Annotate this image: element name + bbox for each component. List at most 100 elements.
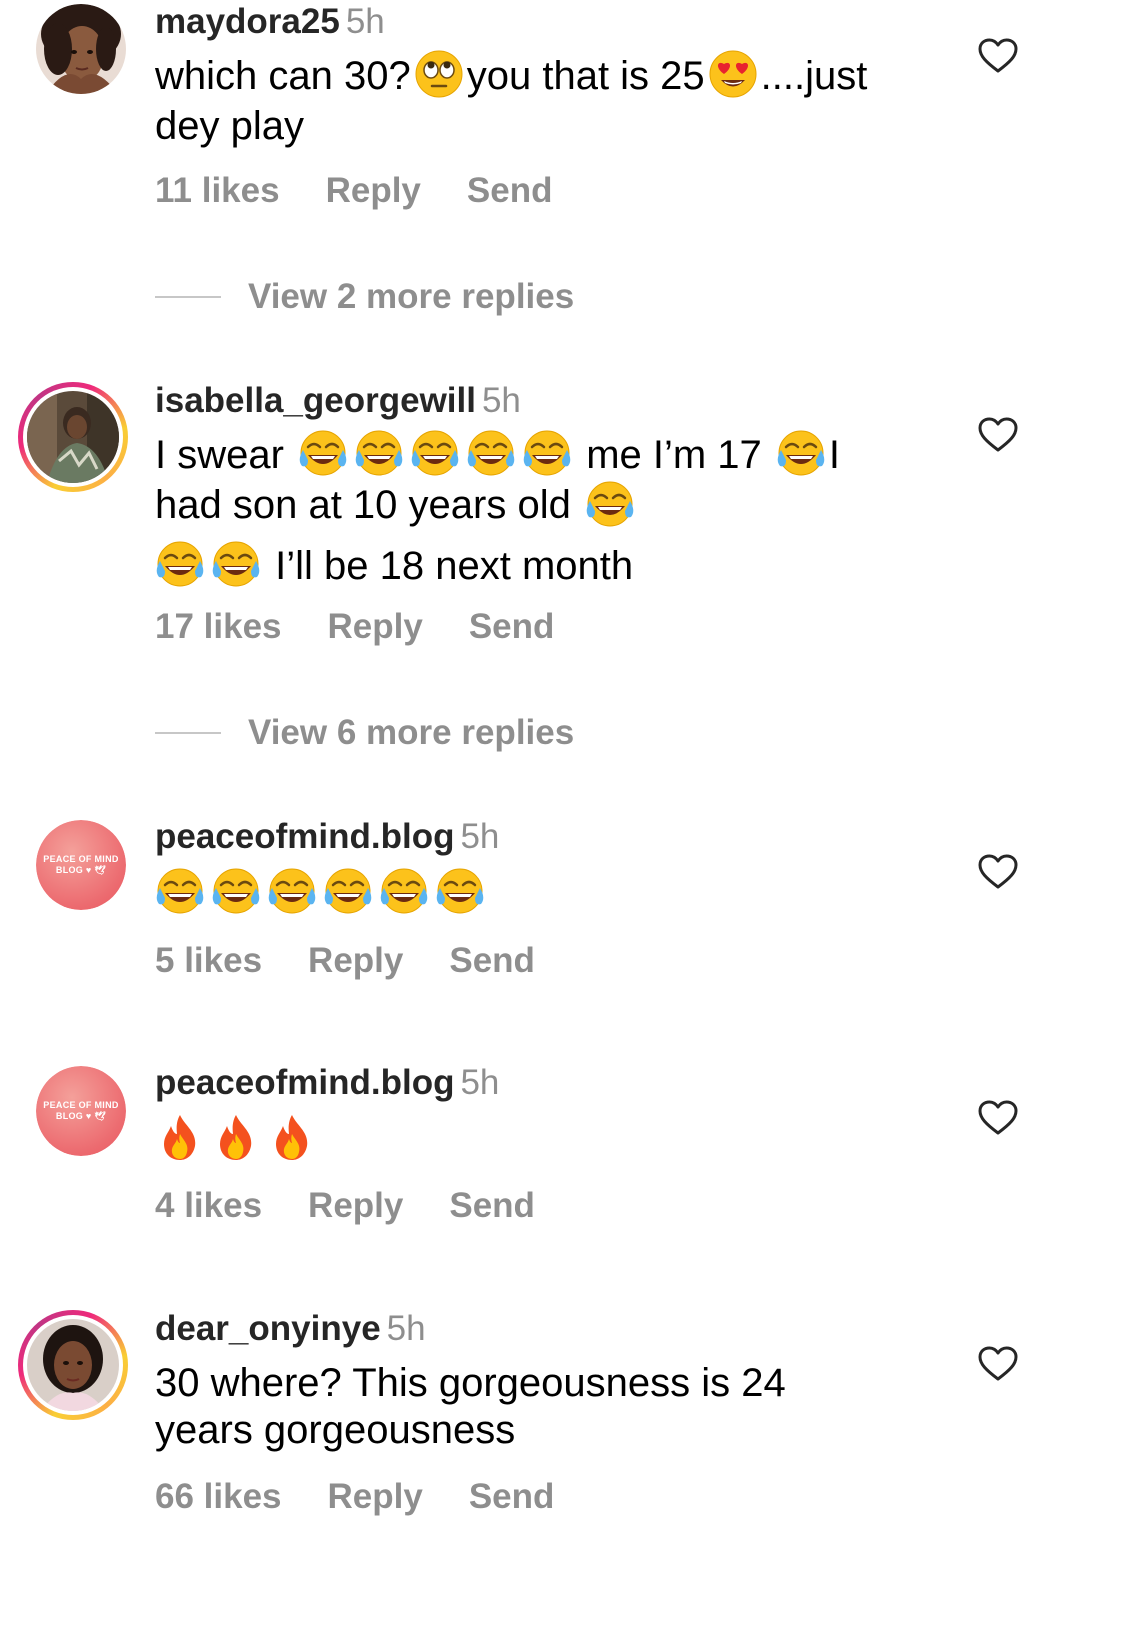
avatar-photo: [36, 4, 126, 94]
comment-text-segment: had son at 10 years old: [155, 483, 571, 528]
heart-outline-icon[interactable]: [978, 38, 1018, 74]
logo-text: BLOG ♥ 🕊: [55, 865, 107, 875]
avatar-story-ring[interactable]: [18, 1310, 128, 1420]
send-button[interactable]: Send: [449, 1186, 535, 1225]
comment-text-segment: I: [828, 433, 841, 477]
comment-header: peaceofmind.blog 5h: [155, 1063, 499, 1103]
avatar-photo: [27, 1319, 119, 1411]
likes-count[interactable]: 66 likes: [155, 1477, 282, 1516]
likes-count[interactable]: 11 likes: [155, 171, 280, 210]
comment-actions: 5 likes Reply Send: [155, 941, 581, 981]
comment-actions: 66 likes Reply Send: [155, 1477, 600, 1517]
avatar[interactable]: PEACE OF MIND BLOG ♥ 🕊: [36, 820, 126, 910]
divider: [155, 296, 221, 298]
tears-of-joy-emoji: [435, 866, 485, 916]
comment-actions: 11 likes Reply Send: [155, 171, 598, 211]
tears-of-joy-emoji: [522, 428, 572, 478]
comment-actions: 17 likes Reply Send: [155, 607, 600, 647]
tears-of-joy-emoji: [298, 428, 348, 478]
heart-eyes-emoji: [708, 49, 758, 99]
view-more-replies[interactable]: View 6 more replies: [155, 713, 855, 753]
comment-text: [155, 868, 945, 920]
view-more-replies[interactable]: View 2 more replies: [155, 277, 855, 317]
comment-actions: 4 likes Reply Send: [155, 1186, 581, 1226]
logo-text: BLOG ♥ 🕊: [55, 1111, 107, 1121]
reply-button[interactable]: Reply: [328, 607, 423, 646]
send-button[interactable]: Send: [449, 941, 535, 980]
comment-text: which can 30? you that is 25 ....just dey p…: [155, 50, 945, 150]
tears-of-joy-emoji: [410, 428, 460, 478]
tears-of-joy-emoji: [379, 866, 429, 916]
avatar-story-ring[interactable]: [18, 382, 128, 492]
tears-of-joy-emoji: [323, 866, 373, 916]
likes-count[interactable]: 4 likes: [155, 1186, 262, 1225]
avatar-ring-inner: [23, 1315, 123, 1415]
send-button[interactable]: Send: [467, 171, 553, 210]
avatar-ring-inner: [23, 387, 123, 487]
reply-button[interactable]: Reply: [308, 941, 403, 980]
avatar-photo: [27, 391, 119, 483]
comment-text-segment: which can 30?: [155, 54, 411, 98]
divider: [155, 732, 221, 734]
likes-count[interactable]: 17 likes: [155, 607, 282, 646]
heart-outline-icon[interactable]: [978, 1346, 1018, 1382]
tears-of-joy-emoji: [585, 479, 635, 529]
tears-of-joy-emoji: [776, 428, 826, 478]
fire-emoji: [267, 1112, 317, 1162]
comment-header: dear_onyinye 5h: [155, 1309, 426, 1349]
rolling-eyes-emoji: [414, 49, 464, 99]
comment-text-segment: I’ll be 18 next month: [275, 543, 634, 588]
reply-button[interactable]: Reply: [326, 171, 421, 210]
tears-of-joy-emoji: [354, 428, 404, 478]
logo-text: PEACE OF MIND: [43, 854, 119, 864]
logo-text: PEACE OF MIND: [43, 1100, 119, 1110]
comment-text-segment: 30 where? This gorgeousness is 24: [155, 1361, 786, 1405]
heart-outline-icon[interactable]: [978, 854, 1018, 890]
comment-text-segment: years gorgeousness: [155, 1408, 516, 1452]
timestamp: 5h: [345, 2, 385, 41]
comment-header: isabella_georgewill 5h: [155, 381, 521, 421]
username[interactable]: dear_onyinye: [155, 1309, 381, 1348]
timestamp: 5h: [460, 1063, 500, 1102]
heart-outline-icon[interactable]: [978, 1100, 1018, 1136]
view-replies-label[interactable]: View 6 more replies: [248, 713, 574, 753]
comment-text: 30 where? This gorgeousness is 24 years g…: [155, 1360, 945, 1454]
likes-count[interactable]: 5 likes: [155, 941, 262, 980]
comment-text: [155, 1115, 945, 1166]
comment-text-segment: you that is 25: [466, 54, 705, 98]
timestamp: 5h: [460, 817, 500, 856]
timestamp: 5h: [386, 1309, 426, 1348]
comment-text: I swear me I’m 17 I had son at 10 years …: [155, 430, 945, 593]
view-replies-label[interactable]: View 2 more replies: [248, 277, 574, 317]
tears-of-joy-emoji: [466, 428, 516, 478]
username[interactable]: maydora25: [155, 2, 340, 41]
comment-text-segment: ....just: [760, 54, 868, 98]
send-button[interactable]: Send: [469, 607, 555, 646]
avatar[interactable]: PEACE OF MIND BLOG ♥ 🕊: [36, 1066, 126, 1156]
comment-header: peaceofmind.blog 5h: [155, 817, 499, 857]
blog-logo: PEACE OF MIND BLOG ♥ 🕊: [36, 1066, 126, 1156]
tears-of-joy-emoji: [155, 866, 205, 916]
timestamp: 5h: [481, 381, 521, 420]
tears-of-joy-emoji: [211, 866, 261, 916]
comment-text-segment: me I’m 17: [586, 433, 762, 477]
blog-logo: PEACE OF MIND BLOG ♥ 🕊: [36, 820, 126, 910]
reply-button[interactable]: Reply: [328, 1477, 423, 1516]
fire-emoji: [155, 1112, 205, 1162]
tears-of-joy-emoji: [211, 539, 261, 589]
username[interactable]: peaceofmind.blog: [155, 1063, 454, 1102]
avatar: [27, 391, 119, 483]
username[interactable]: isabella_georgewill: [155, 381, 476, 420]
tears-of-joy-emoji: [267, 866, 317, 916]
username[interactable]: peaceofmind.blog: [155, 817, 454, 856]
avatar: [27, 1319, 119, 1411]
avatar[interactable]: [36, 4, 126, 94]
tears-of-joy-emoji: [155, 539, 205, 589]
reply-button[interactable]: Reply: [308, 1186, 403, 1225]
send-button[interactable]: Send: [469, 1477, 555, 1516]
fire-emoji: [211, 1112, 261, 1162]
comment-text-segment: I swear: [155, 433, 284, 477]
heart-outline-icon[interactable]: [978, 417, 1018, 453]
comment-header: maydora25 5h: [155, 2, 385, 42]
comment-text-segment: dey play: [155, 104, 304, 149]
